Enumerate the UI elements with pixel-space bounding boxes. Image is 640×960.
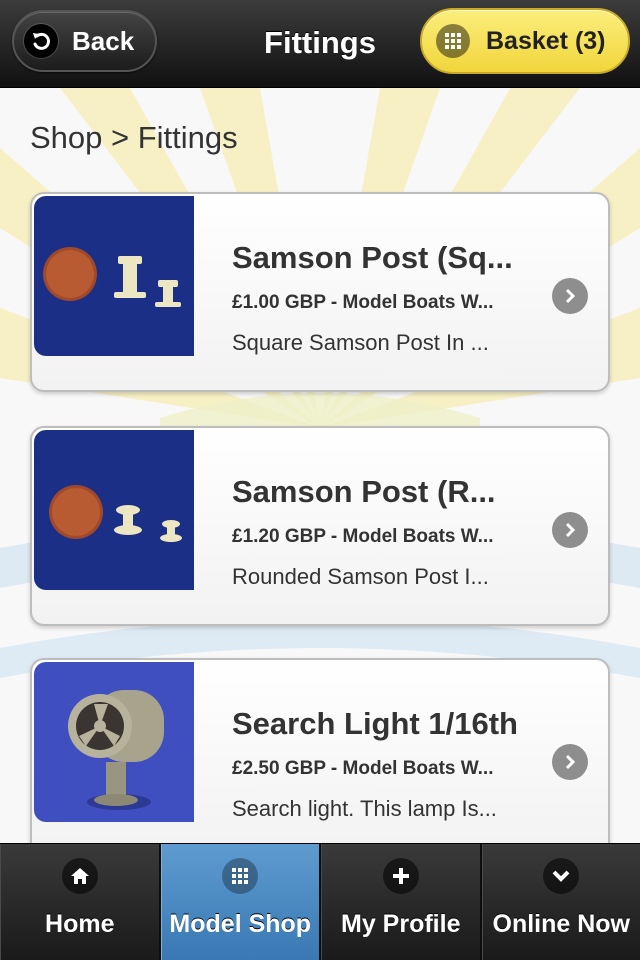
tab-my-profile[interactable]: My Profile	[321, 844, 482, 960]
home-icon	[61, 858, 98, 894]
product-card[interactable]: Samson Post (R... £1.20 GBP - Model Boat…	[30, 426, 610, 626]
bottom-tab-bar: Home Model Shop My Profile Online Now	[0, 843, 640, 960]
product-thumbnail	[34, 430, 194, 590]
chevron-down-icon	[543, 858, 580, 894]
product-title: Samson Post (Sq...	[232, 240, 513, 275]
grid-icon	[436, 24, 470, 58]
product-title: Search Light 1/16th	[232, 706, 518, 741]
grid-icon	[222, 858, 259, 894]
back-button[interactable]: Back	[12, 10, 157, 72]
tab-model-shop-label: Model Shop	[169, 910, 312, 938]
tab-home[interactable]: Home	[0, 844, 161, 960]
chevron-right-icon[interactable]	[552, 744, 588, 780]
product-description: Search light. This lamp Is...	[232, 796, 497, 821]
tab-online-now-label: Online Now	[492, 910, 631, 938]
product-thumbnail	[34, 196, 194, 356]
product-card[interactable]: Search Light 1/16th £2.50 GBP - Model Bo…	[30, 658, 610, 843]
product-price: £2.50 GBP - Model Boats W...	[232, 758, 494, 779]
back-arrow-icon	[24, 24, 58, 58]
product-description: Rounded Samson Post I...	[232, 564, 489, 589]
header-bar: Back Fittings Basket (3)	[0, 0, 640, 88]
chevron-right-icon[interactable]	[552, 512, 588, 548]
tab-home-label: Home	[45, 910, 115, 938]
product-price: £1.20 GBP - Model Boats W...	[232, 526, 494, 547]
back-label: Back	[72, 25, 135, 56]
product-price: £1.00 GBP - Model Boats W...	[232, 292, 494, 313]
product-card[interactable]: Samson Post (Sq... £1.00 GBP - Model Boa…	[30, 192, 610, 392]
page-title: Fittings	[264, 25, 376, 60]
basket-button[interactable]: Basket (3)	[420, 8, 630, 74]
breadcrumb: Shop > Fittings	[30, 120, 238, 155]
chevron-right-icon[interactable]	[552, 278, 588, 314]
product-thumbnail	[34, 662, 194, 822]
tab-model-shop[interactable]: Model Shop	[160, 844, 321, 960]
content-area[interactable]: Shop > Fittings Samson Post (Sq... £1.00…	[0, 88, 640, 843]
basket-label: Basket (3)	[486, 26, 606, 55]
plus-icon	[382, 858, 419, 894]
product-title: Samson Post (R...	[232, 474, 496, 509]
product-description: Square Samson Post In ...	[232, 330, 489, 355]
tab-online-now[interactable]: Online Now	[481, 844, 640, 960]
tab-my-profile-label: My Profile	[341, 910, 461, 938]
